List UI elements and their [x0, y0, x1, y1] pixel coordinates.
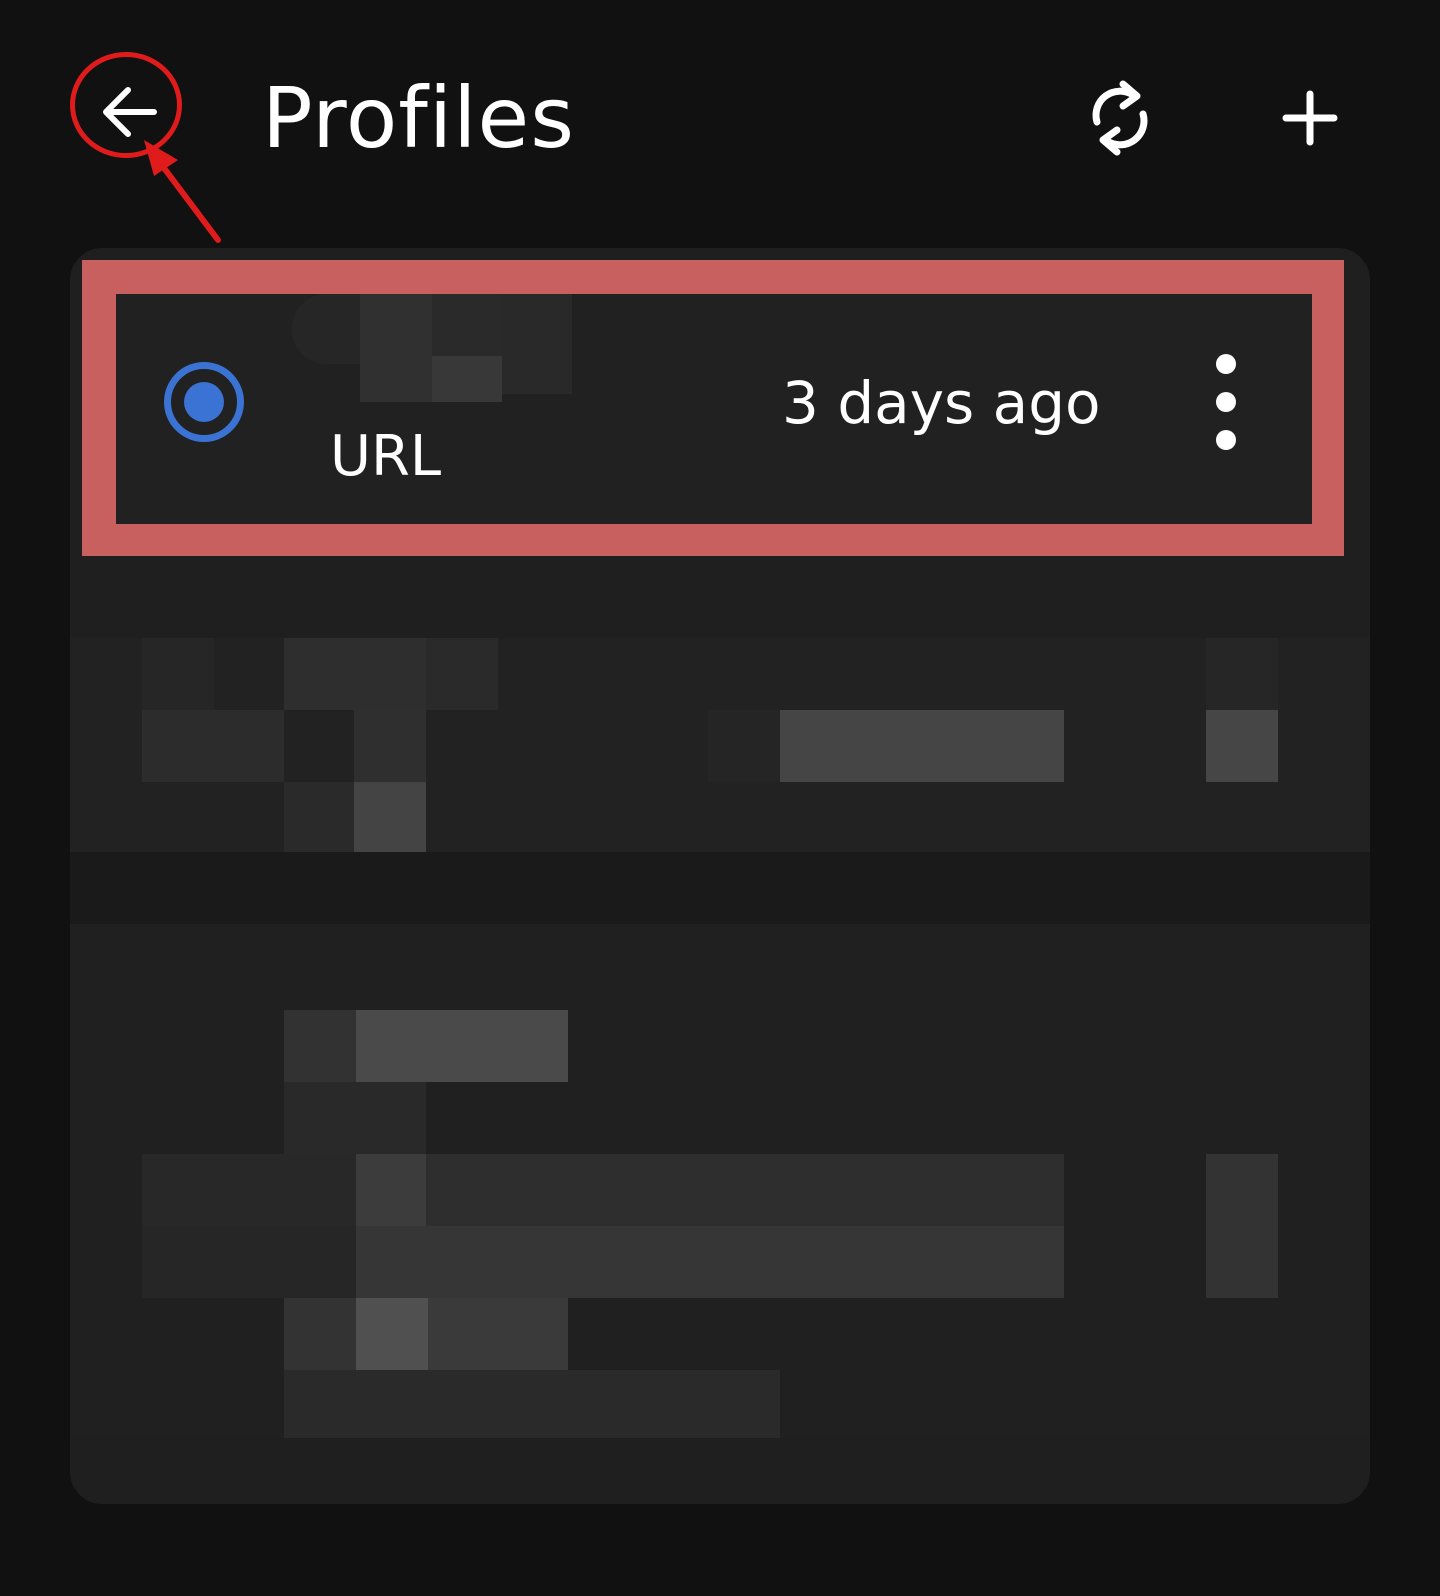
more-vert-icon: [1216, 354, 1236, 374]
profile-type-label: URL: [330, 424, 442, 489]
profile-radio-selected[interactable]: [164, 362, 244, 442]
back-button[interactable]: [82, 64, 178, 160]
radio-dot: [184, 382, 224, 422]
arrow-left-icon: [103, 87, 157, 137]
page-title: Profiles: [262, 69, 575, 167]
profile-name-redacted: [292, 294, 572, 402]
profile-updated-time: 3 days ago: [782, 369, 1101, 437]
profile-row[interactable]: URL 3 days ago: [116, 294, 1312, 524]
plus-icon: [1282, 90, 1338, 146]
add-button[interactable]: [1262, 70, 1358, 166]
sync-button[interactable]: [1072, 70, 1168, 166]
more-options-button[interactable]: [1196, 354, 1256, 450]
app-bar: Profiles: [0, 0, 1440, 230]
sync-icon: [1092, 80, 1148, 156]
